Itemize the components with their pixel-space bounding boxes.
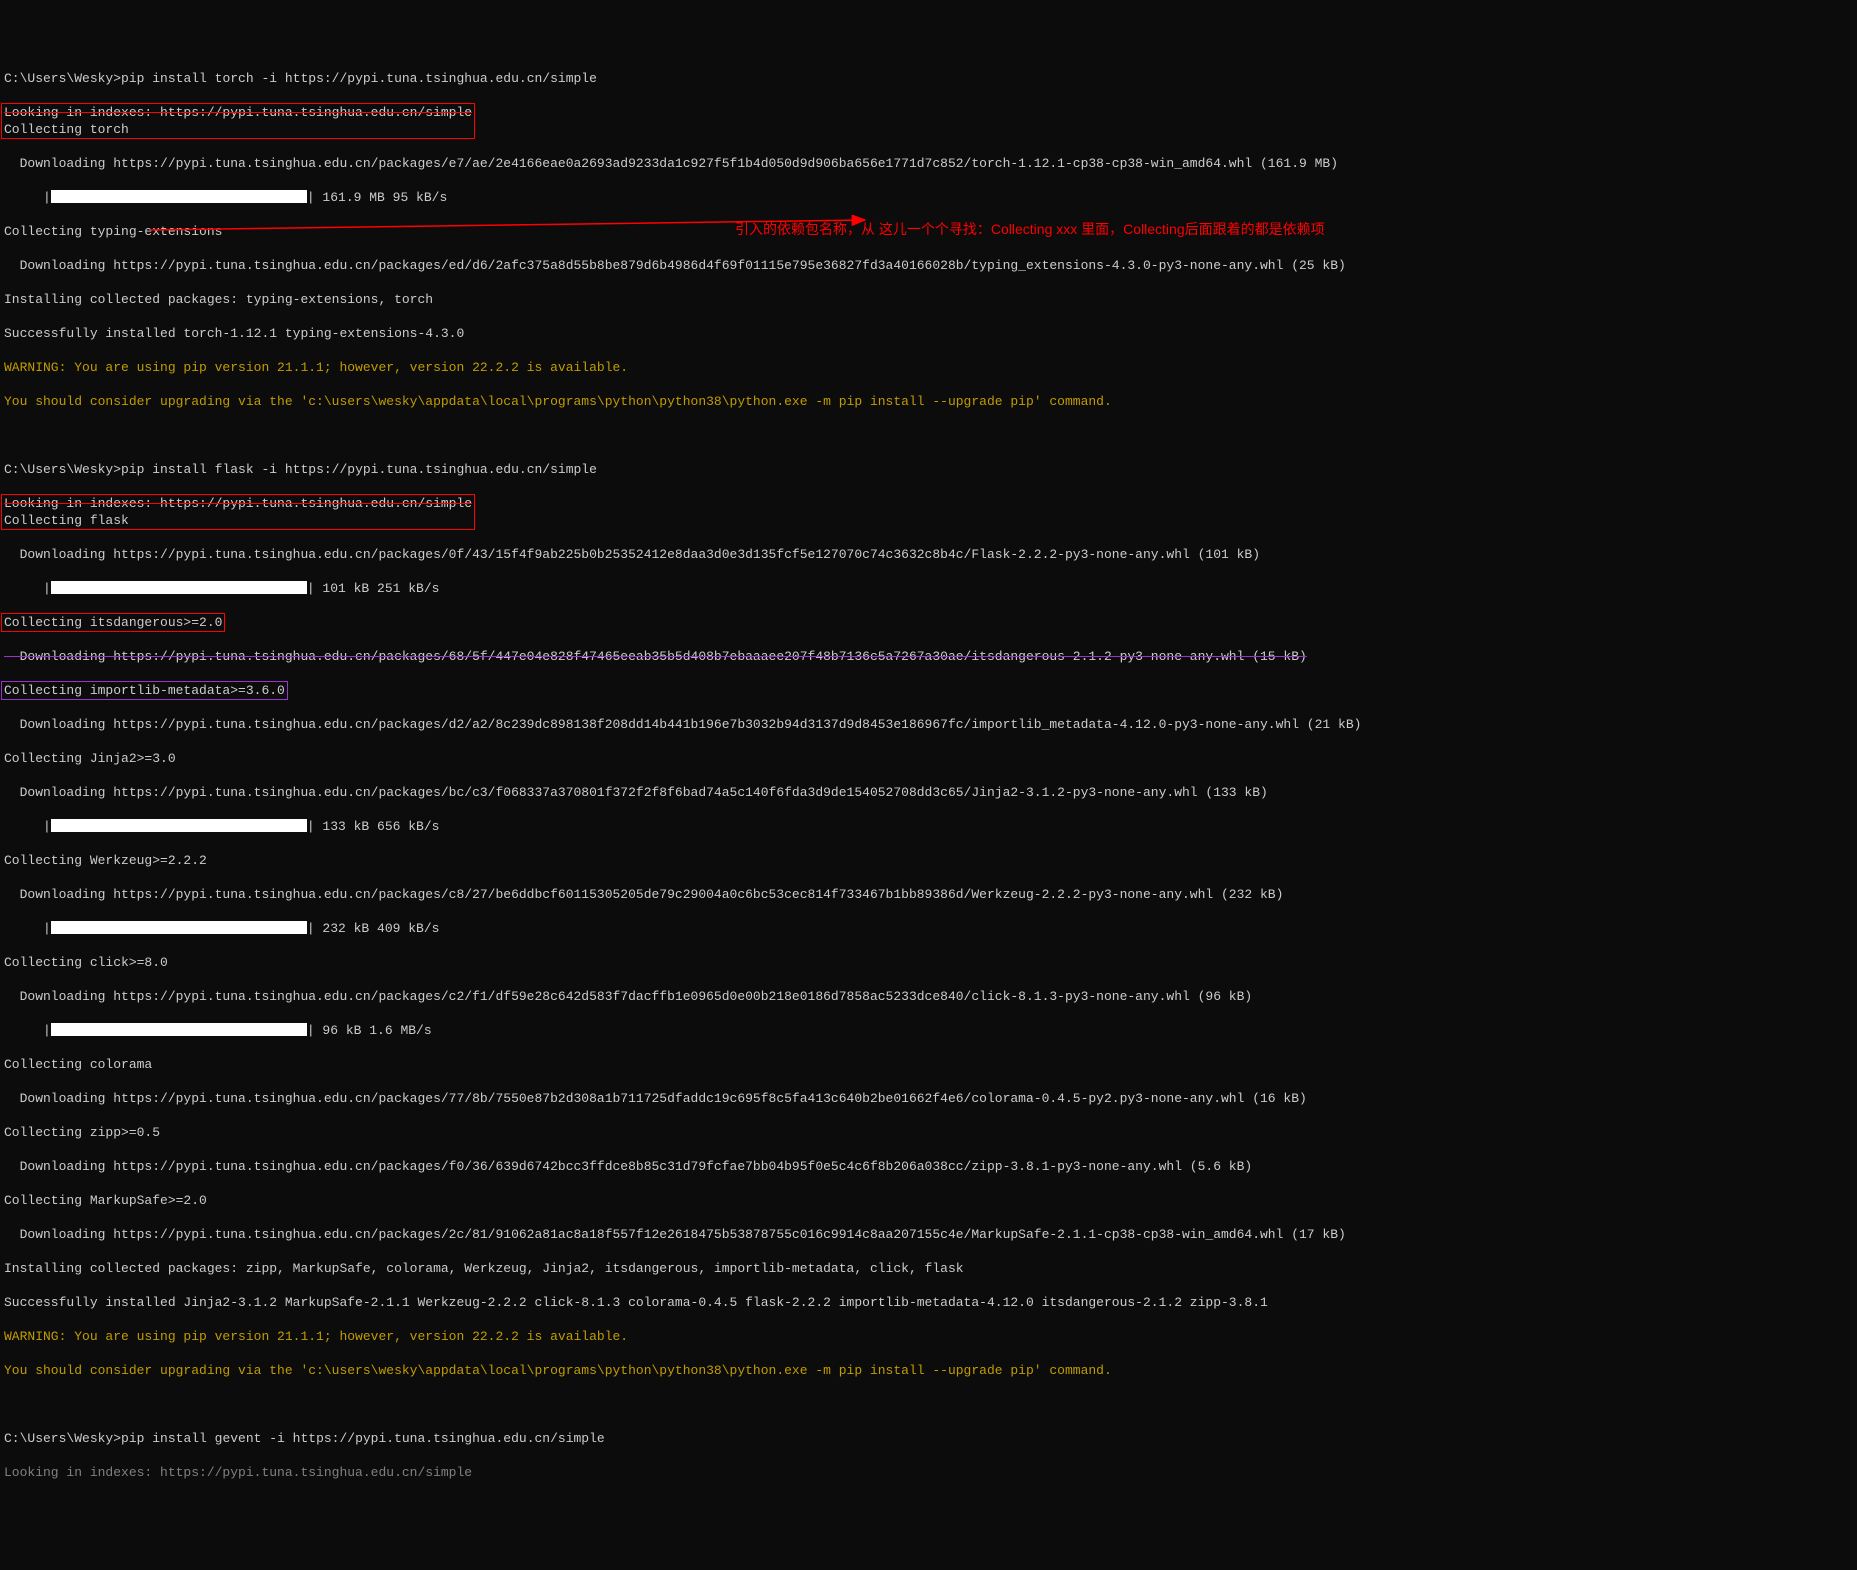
progress-flask: || 101 kB 251 kB/s [4,580,1853,597]
installing-flask: Installing collected packages: zipp, Mar… [4,1260,1853,1277]
warning-version-2: WARNING: You are using pip version 21.1.… [4,1328,1853,1345]
download-markupsafe: Downloading https://pypi.tuna.tsinghua.e… [4,1226,1853,1243]
prompt-line: C:\Users\Wesky>pip install torch -i http… [4,70,1853,87]
download-zipp: Downloading https://pypi.tuna.tsinghua.e… [4,1158,1853,1175]
collecting-click: Collecting click>=8.0 [4,954,1853,971]
success-flask: Successfully installed Jinja2-3.1.2 Mark… [4,1294,1853,1311]
prompt-flask: C:\Users\Wesky>pip install flask -i http… [4,461,1853,478]
progress-werkzeug: || 232 kB 409 kB/s [4,920,1853,937]
download-typing: Downloading https://pypi.tuna.tsinghua.e… [4,257,1853,274]
download-torch: Downloading https://pypi.tuna.tsinghua.e… [4,155,1853,172]
download-flask: Downloading https://pypi.tuna.tsinghua.e… [4,546,1853,563]
warning-upgrade-2: You should consider upgrading via the 'c… [4,1362,1853,1379]
collecting-itsdangerous: Collecting itsdangerous>=2.0 [4,614,1853,631]
indexes-gevent: Looking in indexes: https://pypi.tuna.ts… [4,1464,1853,1481]
prompt-gevent: C:\Users\Wesky>pip install gevent -i htt… [4,1430,1853,1447]
download-click: Downloading https://pypi.tuna.tsinghua.e… [4,988,1853,1005]
annotation-text: 引入的依赖包名称，从 这儿一个个寻找：Collecting xxx 里面，Col… [735,221,1325,238]
download-importlib: Downloading https://pypi.tuna.tsinghua.e… [4,716,1853,733]
download-jinja: Downloading https://pypi.tuna.tsinghua.e… [4,784,1853,801]
download-colorama: Downloading https://pypi.tuna.tsinghua.e… [4,1090,1853,1107]
success-torch: Successfully installed torch-1.12.1 typi… [4,325,1853,342]
download-werkzeug: Downloading https://pypi.tuna.tsinghua.e… [4,886,1853,903]
indexes-flask: Looking in indexes: https://pypi.tuna.ts… [4,495,1853,529]
blank-2 [4,1396,1853,1413]
indexes-line: Looking in indexes: https://pypi.tuna.ts… [4,104,1853,138]
warning-upgrade: You should consider upgrading via the 'c… [4,393,1853,410]
download-itsdangerous: Downloading https://pypi.tuna.tsinghua.e… [4,648,1853,665]
progress-torch: || 161.9 MB 95 kB/s [4,189,1853,206]
progress-click: || 96 kB 1.6 MB/s [4,1022,1853,1039]
collecting-markupsafe: Collecting MarkupSafe>=2.0 [4,1192,1853,1209]
collecting-jinja: Collecting Jinja2>=3.0 [4,750,1853,767]
warning-version: WARNING: You are using pip version 21.1.… [4,359,1853,376]
installing-torch: Installing collected packages: typing-ex… [4,291,1853,308]
collecting-werkzeug: Collecting Werkzeug>=2.2.2 [4,852,1853,869]
collecting-colorama: Collecting colorama [4,1056,1853,1073]
progress-jinja: || 133 kB 656 kB/s [4,818,1853,835]
collecting-zipp: Collecting zipp>=0.5 [4,1124,1853,1141]
collecting-importlib: Collecting importlib-metadata>=3.6.0 [4,682,1853,699]
blank [4,427,1853,444]
